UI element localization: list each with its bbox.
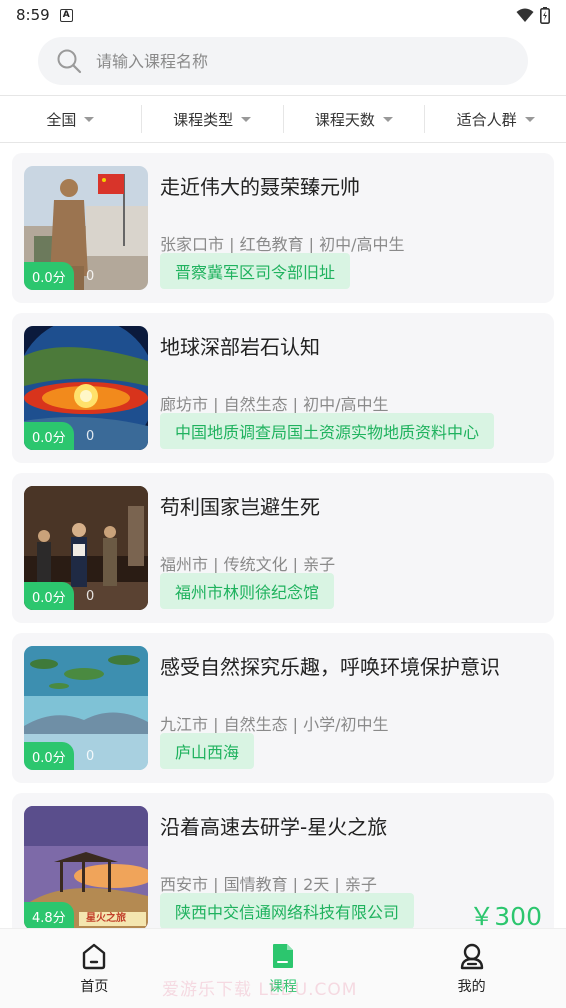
search-icon: [57, 49, 82, 74]
search-input[interactable]: [96, 51, 476, 71]
tab-label: 首页: [80, 978, 109, 995]
course-title: 苟利国家岂避生死: [160, 495, 320, 519]
course-meta: 廊坊市 | 自然生态 | 初中/高中生: [160, 395, 389, 414]
filter-label: 全国: [46, 110, 77, 129]
tab-label: 课程: [269, 978, 297, 995]
course-thumbnail: 4.8分 星火之旅: [24, 806, 148, 928]
course-location-tag: 庐山西海: [160, 733, 255, 769]
tab-course[interactable]: 课程: [189, 929, 378, 1008]
course-icon: [273, 943, 293, 968]
wifi-icon: [516, 8, 534, 22]
course-thumbnail: 0.0分 0: [24, 646, 148, 770]
course-meta: 西安市 | 国情教育 | 2天 | 亲子: [160, 875, 377, 894]
caret-down-icon: [84, 116, 95, 122]
rating-badge: 0.0分: [24, 742, 74, 770]
course-card[interactable]: 0.0分 0 感受自然探究乐趣，呼唤环境保护意识 九江市 | 自然生态 | 小学…: [12, 633, 554, 783]
view-count: 0: [86, 269, 95, 284]
tab-profile[interactable]: 我的: [377, 929, 566, 1008]
rating-badge: 4.8分: [24, 902, 74, 928]
status-time: 8:59: [16, 6, 50, 24]
course-title: 感受自然探究乐趣，呼唤环境保护意识: [160, 655, 500, 679]
filter-course-type[interactable]: 课程类型: [142, 105, 284, 133]
course-card[interactable]: 4.8分 星火之旅 沿着高速去研学-星火之旅 西安市 | 国情教育 | 2天 |…: [12, 793, 554, 928]
filter-region[interactable]: 全国: [0, 105, 142, 133]
rating-badge: 0.0分: [24, 582, 74, 610]
bottom-tab-bar: 首页 课程 我的: [0, 928, 566, 1008]
course-card[interactable]: 0.0分 0 地球深部岩石认知 廊坊市 | 自然生态 | 初中/高中生 中国地质…: [12, 313, 554, 463]
rating-badge: 0.0分: [24, 422, 74, 450]
view-count: 0: [86, 589, 95, 604]
filter-label: 课程天数: [314, 110, 375, 129]
status-bar: 8:59 A: [0, 0, 566, 30]
course-title: 走近伟大的聂荣臻元帅: [160, 175, 360, 199]
course-price: ￥300: [469, 902, 542, 928]
course-title: 沿着高速去研学-星火之旅: [160, 815, 388, 839]
course-location-tag: 陕西中交信通网络科技有限公司: [160, 893, 415, 928]
filter-audience[interactable]: 适合人群: [425, 105, 566, 133]
course-thumbnail: 0.0分 0: [24, 166, 148, 290]
course-thumbnail: 0.0分 0: [24, 486, 148, 610]
course-meta: 张家口市 | 红色教育 | 初中/高中生: [160, 235, 405, 254]
view-count: 0: [86, 429, 95, 444]
tab-home[interactable]: 首页: [0, 929, 189, 1008]
course-meta: 福州市 | 传统文化 | 亲子: [160, 555, 336, 574]
view-count: 0: [86, 749, 95, 764]
course-card[interactable]: 0.0分 0 苟利国家岂避生死 福州市 | 传统文化 | 亲子 福州市林则徐纪念…: [12, 473, 554, 623]
rating-badge: 0.0分: [24, 262, 74, 290]
course-card[interactable]: 0.0分 0 走近伟大的聂荣臻元帅 张家口市 | 红色教育 | 初中/高中生 晋…: [12, 153, 554, 303]
filter-label: 适合人群: [456, 110, 517, 129]
filter-label: 课程类型: [173, 110, 234, 129]
course-list[interactable]: 0.0分 0 走近伟大的聂荣臻元帅 张家口市 | 红色教育 | 初中/高中生 晋…: [12, 150, 554, 928]
course-meta: 九江市 | 自然生态 | 小学/初中生: [160, 715, 389, 734]
caret-down-icon: [382, 116, 393, 122]
tab-label: 我的: [457, 978, 486, 995]
filter-bar: 全国 课程类型 课程天数 适合人群: [0, 95, 566, 143]
filter-course-days[interactable]: 课程天数: [284, 105, 426, 133]
course-title: 地球深部岩石认知: [160, 335, 320, 359]
home-icon: [83, 943, 106, 969]
caret-down-icon: [524, 116, 535, 122]
course-thumbnail: 0.0分 0: [24, 326, 148, 450]
notification-icon: A: [59, 8, 73, 22]
caret-down-icon: [241, 116, 252, 122]
battery-icon: [540, 6, 550, 24]
course-location-tag: 晋察冀军区司令部旧址: [160, 253, 351, 289]
profile-icon: [460, 943, 483, 969]
image-caption: 星火之旅: [86, 913, 126, 924]
course-location-tag: 中国地质调查局国土资源实物地质资料中心: [160, 413, 495, 449]
course-location-tag: 福州市林则徐纪念馆: [160, 573, 335, 609]
search-bar[interactable]: [38, 37, 528, 85]
